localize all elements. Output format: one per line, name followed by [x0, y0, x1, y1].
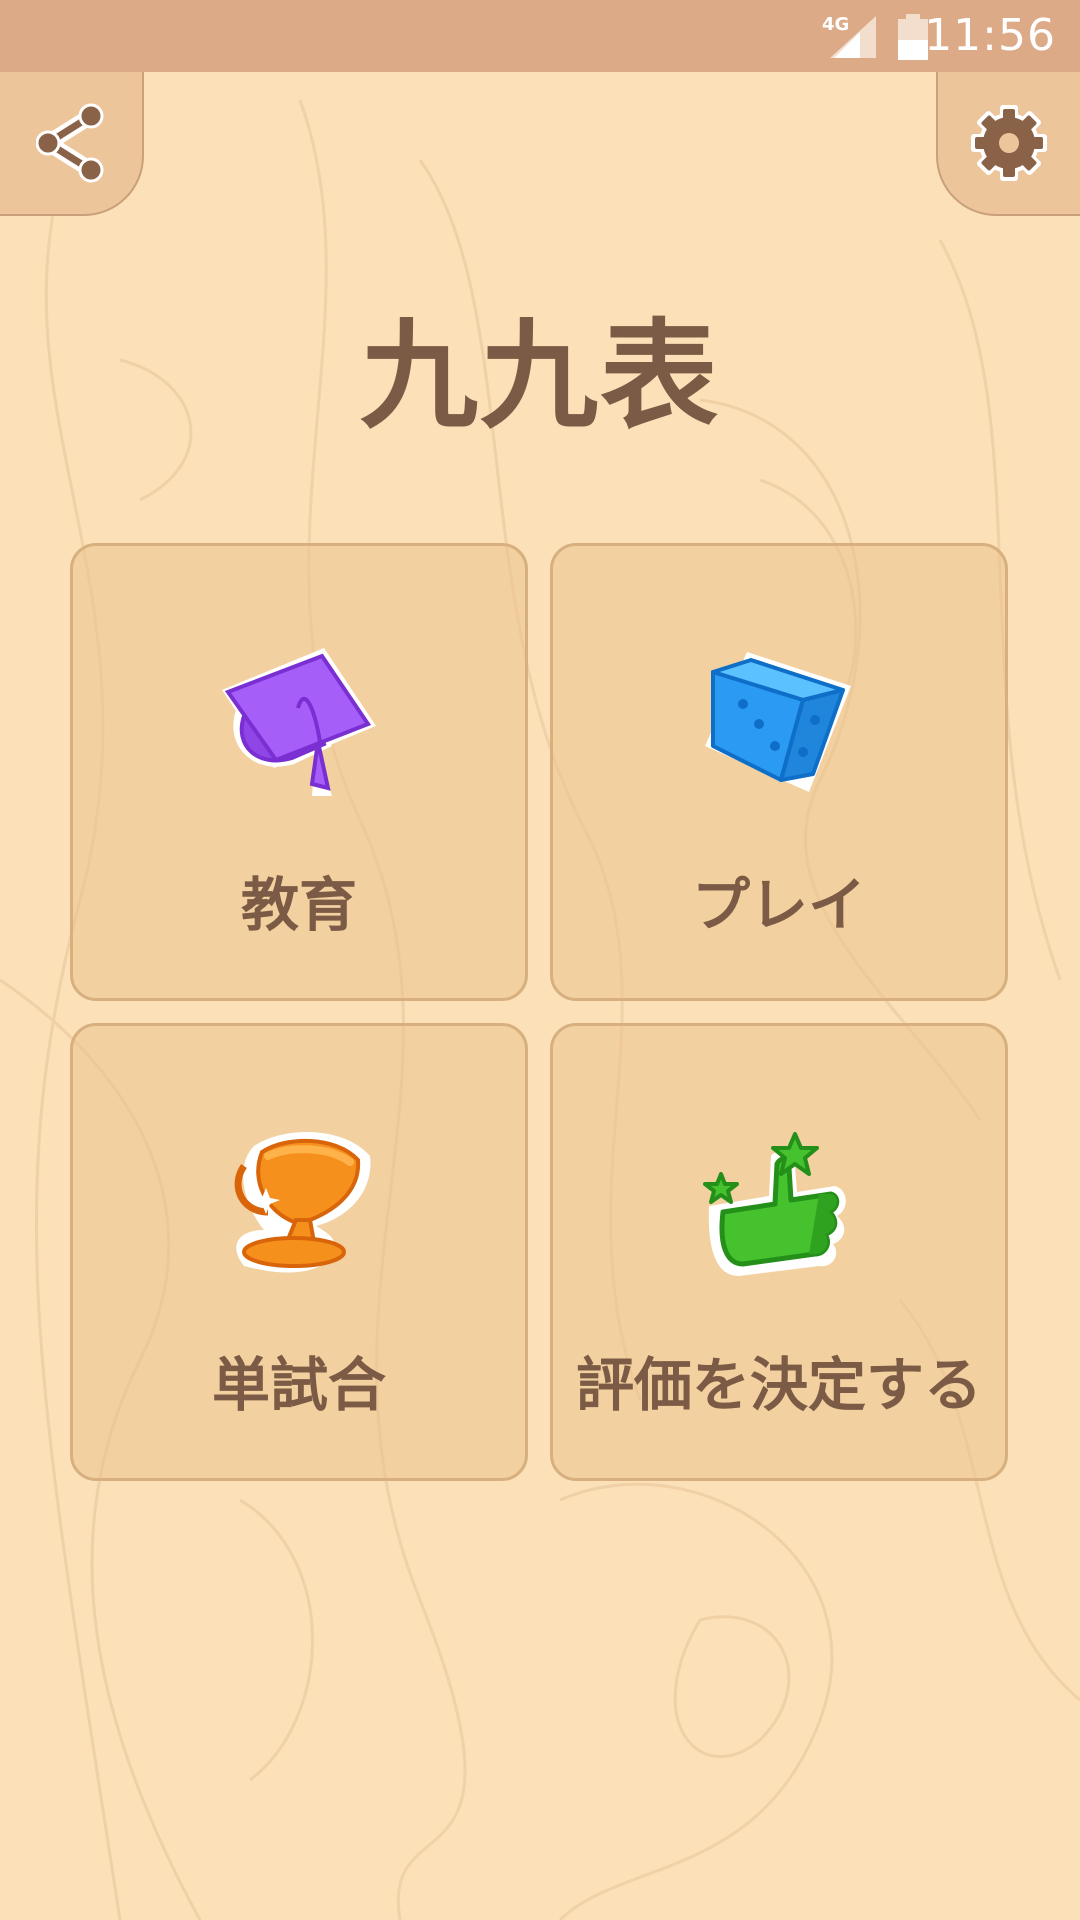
share-icon	[36, 103, 104, 183]
match-button[interactable]: 単試合	[70, 1023, 528, 1481]
app-title: 九九表	[359, 307, 720, 445]
status-bar: 4G 11:56	[0, 0, 1080, 72]
share-button[interactable]	[0, 72, 144, 216]
status-time: 11:56	[924, 10, 1056, 61]
education-label: 教育	[240, 871, 357, 939]
play-button[interactable]: プレイ	[550, 543, 1008, 1001]
settings-button[interactable]	[936, 72, 1080, 216]
gear-icon	[971, 105, 1047, 181]
play-label: プレイ	[691, 871, 866, 939]
signal-icon	[830, 16, 876, 58]
thumbs-up-icon	[703, 1132, 846, 1276]
education-button[interactable]: 教育	[70, 543, 528, 1001]
dice-icon	[705, 652, 851, 792]
trophy-icon	[234, 1132, 371, 1273]
rate-label: 評価を決定する	[575, 1351, 982, 1419]
graduation-cap-icon	[222, 648, 376, 796]
rate-button[interactable]: 評価を決定する	[550, 1023, 1008, 1481]
match-label: 単試合	[211, 1351, 386, 1419]
